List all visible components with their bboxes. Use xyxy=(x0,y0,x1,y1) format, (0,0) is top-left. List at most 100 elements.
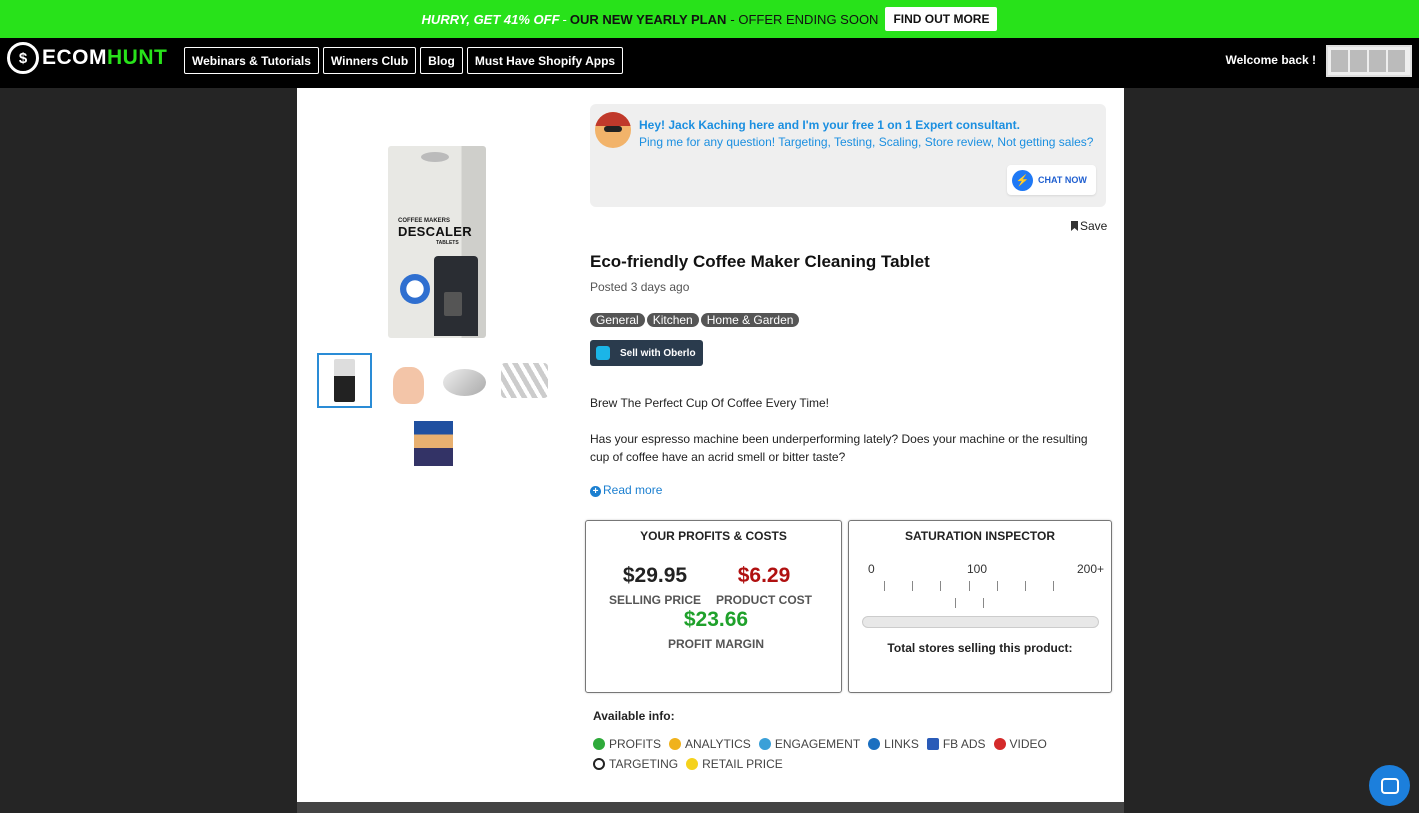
info-fb-ads: FB ADS xyxy=(926,737,986,751)
info-targeting: TARGETING xyxy=(593,757,678,771)
info-engagement-label: ENGAGEMENT xyxy=(774,737,861,751)
thumbnail-4[interactable] xyxy=(497,353,552,408)
product-cost-value: $6.29 xyxy=(737,564,791,587)
profits-icon xyxy=(593,738,605,750)
scale-tick xyxy=(955,598,956,608)
scale-tick xyxy=(940,581,941,591)
links-icon xyxy=(868,738,881,750)
find-out-more-button[interactable]: FIND OUT MORE xyxy=(885,7,998,31)
box-text-line3: TABLETS xyxy=(436,240,459,246)
info-links-label: LINKS xyxy=(884,737,919,751)
info-retail-price-label: RETAIL PRICE xyxy=(702,757,783,771)
expert-chat-card: Hey! Jack Kaching here and I'm your free… xyxy=(590,104,1106,207)
nav-winners-club[interactable]: Winners Club xyxy=(322,47,417,74)
info-profits: PROFITS xyxy=(593,737,661,751)
support-chat-launcher[interactable] xyxy=(1369,765,1410,806)
bookmark-icon xyxy=(1071,221,1078,231)
thumbnail-3[interactable] xyxy=(437,355,492,410)
description-body: Has your espresso machine been underperf… xyxy=(590,432,1088,464)
selling-price-value: $29.95 xyxy=(622,564,688,587)
info-fb-ads-label: FB ADS xyxy=(942,737,986,751)
targeting-icon xyxy=(593,758,605,770)
description-headline: Brew The Perfect Cup Of Coffee Every Tim… xyxy=(590,396,829,410)
welcome-text: Welcome back ! xyxy=(1225,53,1316,67)
footer-bar xyxy=(297,802,1124,813)
product-title: Eco-friendly Coffee Maker Cleaning Table… xyxy=(590,252,930,271)
available-info-row-2: TARGETING RETAIL PRICE xyxy=(593,757,1113,771)
oberlo-label: Sell with Oberlo xyxy=(620,347,696,359)
nav-blog[interactable]: Blog xyxy=(420,47,463,74)
nav-shopify-apps[interactable]: Must Have Shopify Apps xyxy=(466,47,624,74)
read-more-link[interactable]: + Read more xyxy=(590,483,662,497)
promo-discount: HURRY, GET 41% OFF xyxy=(421,11,560,27)
read-more-label: Read more xyxy=(603,483,663,497)
profits-header: YOUR PROFITS & COSTS xyxy=(640,529,787,543)
chat-now-button[interactable]: ⚡ CHAT NOW xyxy=(1007,165,1096,195)
promo-dash: - xyxy=(562,11,567,27)
analytics-icon xyxy=(669,738,682,750)
info-links: LINKS xyxy=(868,737,919,751)
info-analytics-label: ANALYTICS xyxy=(685,737,751,751)
product-main-image[interactable]: COFFEE MAKERS DESCALER TABLETS xyxy=(388,146,486,338)
oberlo-icon xyxy=(596,346,610,360)
sell-with-oberlo-button[interactable]: Sell with Oberlo xyxy=(590,340,703,366)
saturation-bar xyxy=(862,616,1099,628)
info-video: VIDEO xyxy=(993,737,1047,751)
user-avatar[interactable] xyxy=(1326,45,1412,77)
scale-max: 200+ xyxy=(1077,562,1105,576)
video-icon xyxy=(993,738,1006,750)
thumbnail-1[interactable] xyxy=(317,353,372,408)
chat-bubble-icon xyxy=(1380,777,1399,794)
selling-price-label: SELLING PRICE xyxy=(608,593,701,607)
scale-mid: 100 xyxy=(967,562,988,576)
top-nav: $ ECOM HUNT Webinars & Tutorials Winners … xyxy=(0,38,1419,88)
posted-date: Posted 3 days ago xyxy=(590,280,690,294)
info-retail-price: RETAIL PRICE xyxy=(686,757,783,771)
profits-costs-card: YOUR PROFITS & COSTS $29.95 SELLING PRIC… xyxy=(585,520,842,693)
logo-text-ecom: ECOM xyxy=(42,46,107,69)
saturation-inspector-card: SATURATION INSPECTOR 0 100 200+ Total st… xyxy=(848,520,1112,693)
tag-home-garden[interactable]: Home & Garden xyxy=(700,313,800,327)
fb-ads-icon xyxy=(926,738,939,750)
save-label: Save xyxy=(1080,219,1108,233)
available-info-row-1: PROFITS ANALYTICS ENGAGEMENT LINKS FB AD… xyxy=(593,737,1113,751)
tag-general[interactable]: General xyxy=(590,313,645,327)
available-info-label: Available info: xyxy=(593,709,675,723)
scale-tick xyxy=(912,581,913,591)
promo-plan: OUR NEW YEARLY PLAN xyxy=(569,11,727,27)
box-text-line2: DESCALER xyxy=(398,224,472,239)
promo-banner: HURRY, GET 41% OFF - OUR NEW YEARLY PLAN… xyxy=(0,0,1419,38)
total-stores-label: Total stores selling this product: xyxy=(887,641,1073,655)
logo[interactable]: $ ECOM HUNT xyxy=(7,42,167,74)
chat-line-1: Hey! Jack Kaching here and I'm your free… xyxy=(639,118,1020,132)
retail-price-icon xyxy=(686,758,699,770)
thumbnail-2[interactable] xyxy=(379,355,434,410)
scale-tick xyxy=(1053,581,1054,591)
tag-kitchen[interactable]: Kitchen xyxy=(646,313,699,327)
profit-margin-value: $23.66 xyxy=(683,608,749,631)
scale-tick xyxy=(997,581,998,591)
info-engagement: ENGAGEMENT xyxy=(758,737,861,751)
logo-text-hunt: HUNT xyxy=(107,46,168,69)
profit-margin-label: PROFIT MARGIN xyxy=(668,637,764,651)
nav-links: Webinars & Tutorials Winners Club Blog M… xyxy=(184,47,627,74)
info-profits-label: PROFITS xyxy=(609,737,662,751)
saturation-header: SATURATION INSPECTOR xyxy=(904,529,1055,543)
scale-min: 0 xyxy=(868,562,875,576)
messenger-icon: ⚡ xyxy=(1012,169,1033,191)
chat-now-label: CHAT NOW xyxy=(1038,175,1087,185)
scale-tick xyxy=(969,581,970,591)
nav-webinars[interactable]: Webinars & Tutorials xyxy=(184,47,319,74)
category-tags: General Kitchen Home & Garden xyxy=(590,313,801,327)
thumbnail-5[interactable] xyxy=(406,415,461,470)
product-cost-label: PRODUCT COST xyxy=(716,593,812,607)
scale-tick xyxy=(884,581,885,591)
plus-circle-icon: + xyxy=(590,486,601,497)
info-targeting-label: TARGETING xyxy=(609,757,679,771)
consultant-avatar xyxy=(595,112,631,148)
info-video-label: VIDEO xyxy=(1009,737,1047,751)
promo-ending: - OFFER ENDING SOON xyxy=(730,11,879,27)
save-button[interactable]: Save xyxy=(1071,219,1107,233)
info-analytics: ANALYTICS xyxy=(669,737,751,751)
engagement-icon xyxy=(758,738,771,750)
